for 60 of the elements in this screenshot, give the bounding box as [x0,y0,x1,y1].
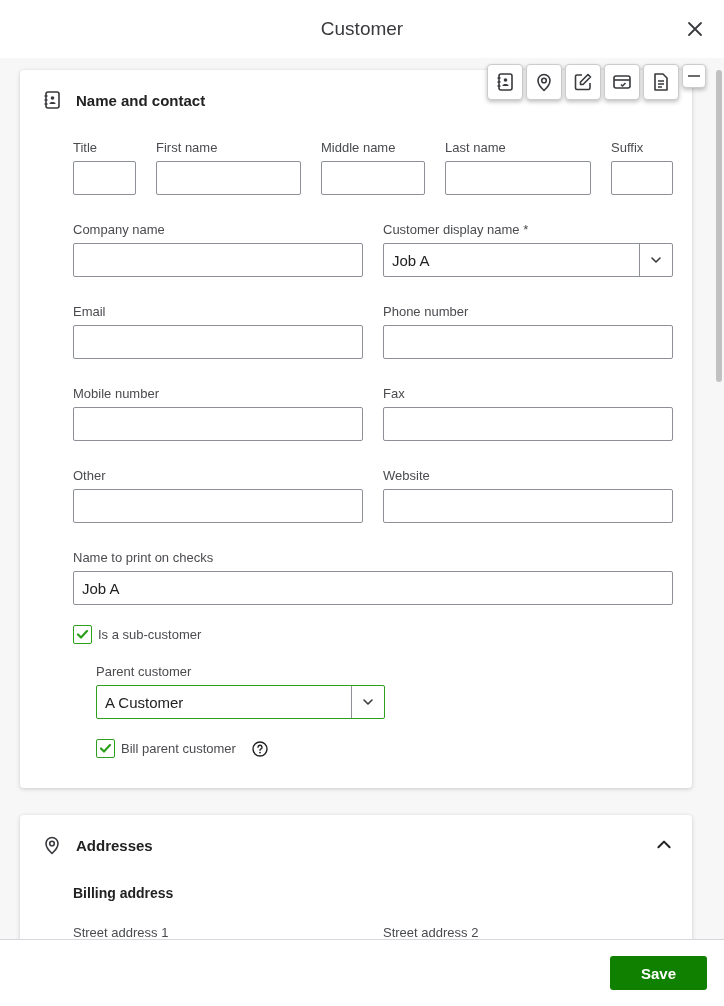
checkbox-label: Bill parent customer [121,741,236,756]
field-label: Phone number [383,304,470,319]
text-field[interactable] [156,161,301,195]
section-title: Addresses [76,836,154,854]
field-label: Name to print on checks [73,550,215,565]
text-field[interactable] [445,161,591,195]
document-icon [651,72,671,92]
close-icon [686,20,704,38]
text-field[interactable] [383,407,673,441]
text-field[interactable] [73,489,363,523]
field-label: Street address 1 [73,925,170,939]
field-label: Mobile number [73,386,160,401]
pencil-square-icon [573,72,593,92]
subsection-title: Billing address [73,885,175,901]
field-label: Website [383,468,431,483]
field-label: Last name [445,140,507,155]
dropdown-field[interactable]: A Customer [96,685,385,719]
address-book-icon [42,90,62,110]
text-field[interactable] [321,161,425,195]
toolbar-button[interactable] [526,64,562,100]
text-field[interactable] [73,325,363,359]
text-field[interactable] [73,243,363,277]
minimize-button[interactable] [682,64,706,88]
field-label: Street address 2 [383,925,480,939]
scrollbar[interactable] [716,70,722,382]
checkbox-label: Is a sub-customer [98,627,202,642]
text-field[interactable] [383,489,673,523]
text-field[interactable] [73,161,136,195]
text-field[interactable] [611,161,673,195]
toolbar-button[interactable] [487,64,523,100]
section-title: Name and contact [76,91,207,109]
field-label: Company name [73,222,166,237]
card-check-icon [612,72,632,92]
field-label: Parent customer [96,664,193,679]
close-button[interactable] [686,20,704,38]
checkbox[interactable] [73,625,92,644]
field-label: Fax [383,386,406,401]
field-label: Title [73,140,99,155]
save-button[interactable]: Save [610,956,707,990]
dropdown-field[interactable]: Job A [383,243,673,277]
field-label: Middle name [321,140,397,155]
toolbar-button[interactable] [643,64,679,100]
checkbox[interactable] [96,739,115,758]
field-label: Other [73,468,107,483]
checkmark-icon [76,628,89,641]
text-field[interactable]: Job A [73,571,673,605]
location-pin-icon [534,72,554,92]
toolbar-button[interactable] [604,64,640,100]
toolbar-button[interactable] [565,64,601,100]
field-label: First name [156,140,219,155]
text-field[interactable] [383,325,673,359]
field-label: Suffix [611,140,645,155]
checkmark-icon [99,742,112,755]
location-pin-icon [42,835,62,855]
field-label: Customer display name * [383,222,530,237]
help-icon[interactable] [251,740,268,757]
address-book-icon [495,72,515,92]
window-title: Customer [320,18,404,40]
text-field[interactable] [73,407,363,441]
field-label: Email [73,304,107,319]
